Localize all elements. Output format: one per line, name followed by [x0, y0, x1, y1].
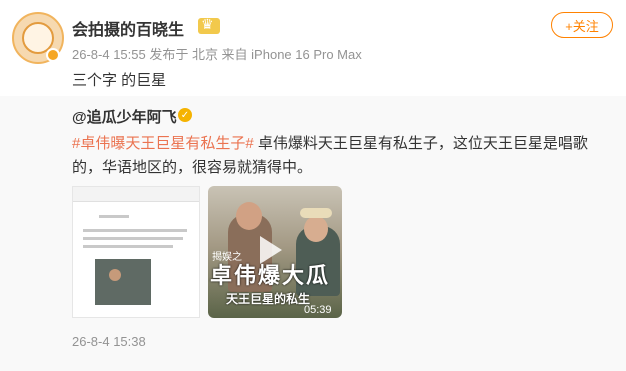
- thumb-line: [83, 229, 187, 232]
- vip-crown-icon: [198, 16, 220, 34]
- person-head: [236, 202, 262, 230]
- thumb-header: [73, 187, 199, 202]
- post-meta: 26-8-4 15:55 发布于 北京 来自 iPhone 16 Pro Max: [72, 47, 362, 62]
- repost-card[interactable]: @追瓜少年阿飞 ✓ #卓伟曝天王巨星有私生子# 卓伟爆料天王巨星有私生子，这位天…: [0, 96, 626, 371]
- video-caption-sub: 天王巨星的私生: [226, 292, 311, 306]
- verified-v-icon: ✓: [178, 108, 192, 122]
- thumb-photo: [95, 259, 151, 305]
- person-head: [304, 216, 328, 242]
- hat-shape: [300, 208, 332, 218]
- screenshot-thumbnail[interactable]: [72, 186, 200, 318]
- video-caption-title: 卓伟爆大瓜: [210, 263, 331, 289]
- video-thumbnail[interactable]: 揭娱之 卓伟爆大瓜 天王巨星的私生 05:39: [208, 186, 342, 318]
- repost-author[interactable]: @追瓜少年阿飞: [72, 106, 177, 127]
- hashtag-link[interactable]: #卓伟曝天王巨星有私生子#: [72, 135, 254, 152]
- weibo-post: 会拍摄的百晓生 26-8-4 15:55 发布于 北京 来自 iPhone 16…: [0, 0, 626, 371]
- thumb-line: [83, 245, 173, 248]
- video-duration: 05:39: [304, 304, 332, 316]
- username[interactable]: 会拍摄的百晓生: [72, 16, 184, 40]
- follow-button[interactable]: +关注: [551, 12, 613, 38]
- thumb-line: [99, 215, 129, 218]
- thumb-line: [83, 237, 183, 240]
- verified-badge-icon: [46, 48, 60, 62]
- post-text: 三个字 的巨星: [72, 72, 167, 89]
- repost-time: 26-8-4 15:38: [72, 334, 146, 349]
- repost-text: #卓伟曝天王巨星有私生子# 卓伟爆料天王巨星有私生子，这位天王巨星是唱歌的，华语…: [72, 132, 617, 180]
